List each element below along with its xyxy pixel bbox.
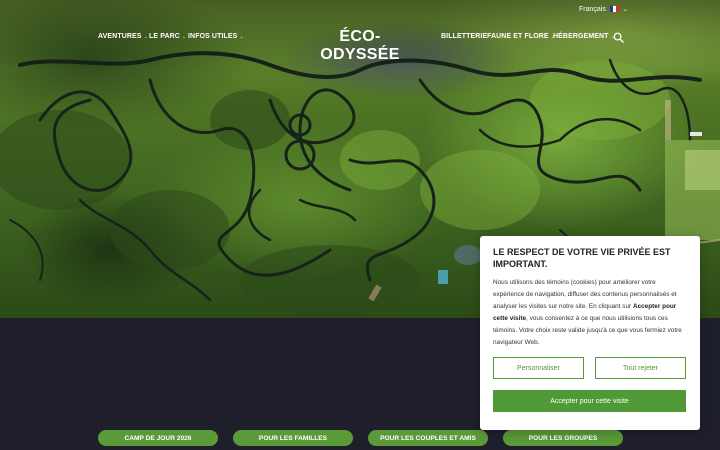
nav-label: HÉBERGEMENT: [553, 33, 609, 40]
cookie-description: Nous utilisons des témoins (cookies) pou…: [493, 277, 687, 349]
nav-item-aventures[interactable]: AVENTURES ⌄: [98, 33, 148, 40]
chevron-down-icon: ⌄: [622, 6, 628, 13]
customize-button[interactable]: Personnaliser: [493, 357, 584, 379]
search-icon[interactable]: [613, 32, 624, 43]
language-label: Français: [579, 5, 606, 13]
category-pill-camp-de-jour[interactable]: CAMP DE JOUR 2026: [98, 430, 218, 446]
nav-item-faune-et-flore[interactable]: FAUNE ET FLORE ⌄: [487, 33, 555, 40]
nav-label: AVENTURES: [98, 33, 142, 40]
nav-item-le-parc[interactable]: LE PARC ⌄: [149, 33, 186, 40]
chevron-down-icon: ⌄: [143, 33, 148, 40]
reject-all-button[interactable]: Tout rejeter: [595, 357, 686, 379]
cookie-title: LE RESPECT DE VOTRE VIE PRIVÉE EST IMPOR…: [493, 247, 671, 269]
language-selector[interactable]: Français ⌄: [579, 3, 628, 15]
nav-label: BILLETTERIE: [441, 33, 488, 40]
main-navigation: AVENTURES ⌄ LE PARC ⌄ INFOS UTILES ⌄ ÉCO…: [0, 28, 720, 63]
nav-label: INFOS UTILES: [188, 33, 238, 40]
accept-button[interactable]: Accepter pour cette visite: [493, 390, 686, 412]
nav-item-billetterie[interactable]: BILLETTERIE: [441, 33, 487, 40]
nav-item-infos-utiles[interactable]: INFOS UTILES ⌄: [188, 33, 244, 40]
cookie-consent-panel: LE RESPECT DE VOTRE VIE PRIVÉE EST IMPOR…: [480, 236, 700, 430]
chevron-down-icon: ⌄: [239, 33, 244, 40]
category-pill-groupes[interactable]: POUR LES GROUPES: [503, 430, 623, 446]
france-flag-icon: [609, 6, 619, 12]
nav-label: FAUNE ET FLORE: [487, 33, 549, 40]
chevron-down-icon: ⌄: [181, 33, 187, 40]
site-logo[interactable]: ÉCO-ODYSSÉE: [300, 28, 420, 64]
nav-item-hebergement[interactable]: HÉBERGEMENT ⌄: [553, 33, 615, 40]
nav-label: LE PARC: [149, 33, 180, 40]
category-pill-couples-amis[interactable]: POUR LES COUPLES ET AMIS: [368, 430, 488, 446]
category-pill-familles[interactable]: POUR LES FAMILLES: [233, 430, 353, 446]
